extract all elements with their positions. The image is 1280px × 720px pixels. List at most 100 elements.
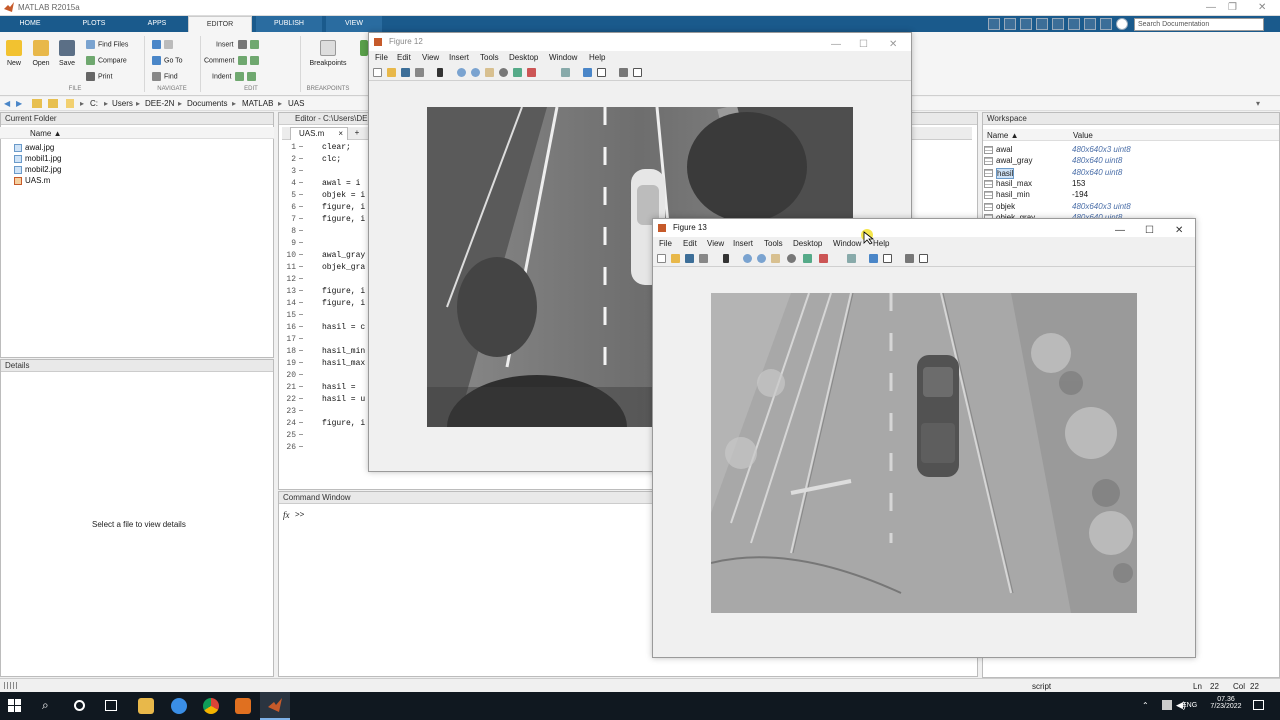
workspace-variable-row[interactable]: objek 480x640x3 uint8 xyxy=(984,202,1160,213)
path-segment[interactable]: Users xyxy=(112,99,133,108)
ws-value-header[interactable]: Value xyxy=(1073,131,1093,140)
breakpoint-marker[interactable] xyxy=(299,326,303,327)
copy-quick-icon[interactable] xyxy=(1020,18,1032,30)
path-segment[interactable]: C: xyxy=(90,99,98,108)
menu-help[interactable]: Help xyxy=(589,53,605,62)
code-line[interactable]: clear; xyxy=(322,143,351,152)
brush-icon[interactable] xyxy=(819,254,828,263)
maximize-icon[interactable]: ❐ xyxy=(1228,2,1237,13)
file-explorer-icon[interactable] xyxy=(138,698,154,714)
code-line[interactable]: hasil_max xyxy=(322,359,365,368)
breakpoint-marker[interactable] xyxy=(299,302,303,303)
menu-view[interactable]: View xyxy=(422,53,439,62)
comment-button[interactable]: Comment xyxy=(204,56,262,65)
figure-13-titlebar[interactable]: Figure 13 — ☐ ✕ xyxy=(653,219,1195,237)
show-plot-tools-icon[interactable] xyxy=(633,68,642,77)
new-figure-icon[interactable] xyxy=(657,254,666,263)
workspace-variable-row[interactable]: awal_gray 480x640 uint8 xyxy=(984,156,1160,167)
open-file-icon[interactable] xyxy=(671,254,680,263)
fx-icon[interactable]: fx xyxy=(283,510,290,520)
tray-chevron-icon[interactable]: ⌃ xyxy=(1142,701,1149,710)
browse-folder-icon[interactable] xyxy=(48,99,58,108)
menu-edit[interactable]: Edit xyxy=(683,239,697,248)
new-figure-icon[interactable] xyxy=(373,68,382,77)
language-indicator[interactable]: ENG xyxy=(1182,702,1197,709)
editor-tab-uas[interactable]: UAS.m × xyxy=(290,127,348,140)
menu-window[interactable]: Window xyxy=(833,239,861,248)
breakpoint-marker[interactable] xyxy=(299,194,303,195)
file-item[interactable]: awal.jpg xyxy=(14,143,54,152)
data-cursor-icon[interactable] xyxy=(803,254,812,263)
brush-icon[interactable] xyxy=(527,68,536,77)
up-folder-icon[interactable] xyxy=(32,99,42,108)
file-item[interactable]: mobil1.jpg xyxy=(14,154,61,163)
path-segment[interactable]: UAS xyxy=(288,99,304,108)
tab-editor[interactable]: EDITOR xyxy=(188,16,252,32)
code-line[interactable]: awal = i xyxy=(322,179,360,188)
figure-13-window[interactable]: Figure 13 — ☐ ✕ File Edit View Insert To… xyxy=(652,218,1196,658)
code-line[interactable]: figure, i xyxy=(322,419,365,428)
search-icon[interactable]: ⌕ xyxy=(42,698,49,713)
new-tab-button[interactable]: + xyxy=(350,127,364,140)
name-column-header[interactable]: Name ▲ xyxy=(30,129,61,138)
save-figure-icon[interactable] xyxy=(401,68,410,77)
code-line[interactable]: objek_gra xyxy=(322,263,365,272)
new-button[interactable]: New xyxy=(4,40,24,67)
breakpoint-marker[interactable] xyxy=(299,374,303,375)
undo-quick-icon[interactable] xyxy=(1052,18,1064,30)
breakpoint-marker[interactable] xyxy=(299,230,303,231)
breakpoint-marker[interactable] xyxy=(299,338,303,339)
workspace-variable-row[interactable]: awal 480x640x3 uint8 xyxy=(984,145,1160,156)
breakpoint-marker[interactable] xyxy=(299,314,303,315)
file-item[interactable]: mobil2.jpg xyxy=(14,165,61,174)
breakpoint-marker[interactable] xyxy=(299,266,303,267)
tab-apps[interactable]: APPS xyxy=(130,16,184,32)
colorbar-icon[interactable] xyxy=(583,68,592,77)
ws-name-header[interactable]: Name ▲ xyxy=(987,131,1018,140)
breakpoint-marker[interactable] xyxy=(299,254,303,255)
breakpoint-marker[interactable] xyxy=(299,278,303,279)
code-line[interactable]: awal_gray xyxy=(322,251,365,260)
breakpoint-marker[interactable] xyxy=(299,362,303,363)
rotate-3d-icon[interactable] xyxy=(499,68,508,77)
path-segment[interactable]: DEE-2N xyxy=(145,99,174,108)
find-files-button[interactable]: Find Files xyxy=(86,40,128,49)
code-line[interactable]: hasil = xyxy=(322,383,356,392)
breakpoint-marker[interactable] xyxy=(299,434,303,435)
save-button[interactable]: Save xyxy=(56,40,78,67)
breakpoint-marker[interactable] xyxy=(299,182,303,183)
zoom-out-icon[interactable] xyxy=(471,68,480,77)
colorbar-icon[interactable] xyxy=(869,254,878,263)
code-line[interactable]: hasil_min xyxy=(322,347,365,356)
path-segment[interactable]: Documents xyxy=(187,99,227,108)
close-icon[interactable]: ✕ xyxy=(1258,2,1266,13)
zoom-in-icon[interactable] xyxy=(743,254,752,263)
menu-window[interactable]: Window xyxy=(549,53,577,62)
network-icon[interactable] xyxy=(1162,700,1172,710)
menu-file[interactable]: File xyxy=(659,239,672,248)
workspace-variable-row[interactable]: hasil 480x640 uint8 xyxy=(984,167,1160,179)
figure-12-titlebar[interactable]: Figure 12 — ☐ ✕ xyxy=(369,33,911,51)
workspace-variable-row[interactable]: hasil_max 153 xyxy=(984,179,1160,190)
code-line[interactable]: figure, i xyxy=(322,299,365,308)
pan-icon[interactable] xyxy=(485,68,494,77)
redo-quick-icon[interactable] xyxy=(1068,18,1080,30)
breakpoint-marker[interactable] xyxy=(299,398,303,399)
breakpoints-button[interactable]: Breakpoints xyxy=(306,40,350,67)
app-icon[interactable] xyxy=(235,698,251,714)
find-button[interactable]: Find xyxy=(152,72,178,81)
breakpoint-marker[interactable] xyxy=(299,446,303,447)
workspace-column-header[interactable]: Name ▲ Value xyxy=(983,129,1279,141)
tab-publish[interactable]: PUBLISH xyxy=(256,16,322,32)
menu-desktop[interactable]: Desktop xyxy=(509,53,538,62)
breakpoint-marker[interactable] xyxy=(299,422,303,423)
cortana-icon[interactable] xyxy=(74,700,85,711)
address-dropdown-icon[interactable]: ▾ xyxy=(1256,99,1260,108)
legend-icon[interactable] xyxy=(597,68,606,77)
go-to-button[interactable]: Go To xyxy=(152,56,183,65)
rotate-3d-icon[interactable] xyxy=(787,254,796,263)
hide-plot-tools-icon[interactable] xyxy=(619,68,628,77)
back-icon[interactable]: ◀ xyxy=(4,99,10,108)
save-quick-icon[interactable] xyxy=(988,18,1000,30)
code-line[interactable]: hasil = c xyxy=(322,323,365,332)
